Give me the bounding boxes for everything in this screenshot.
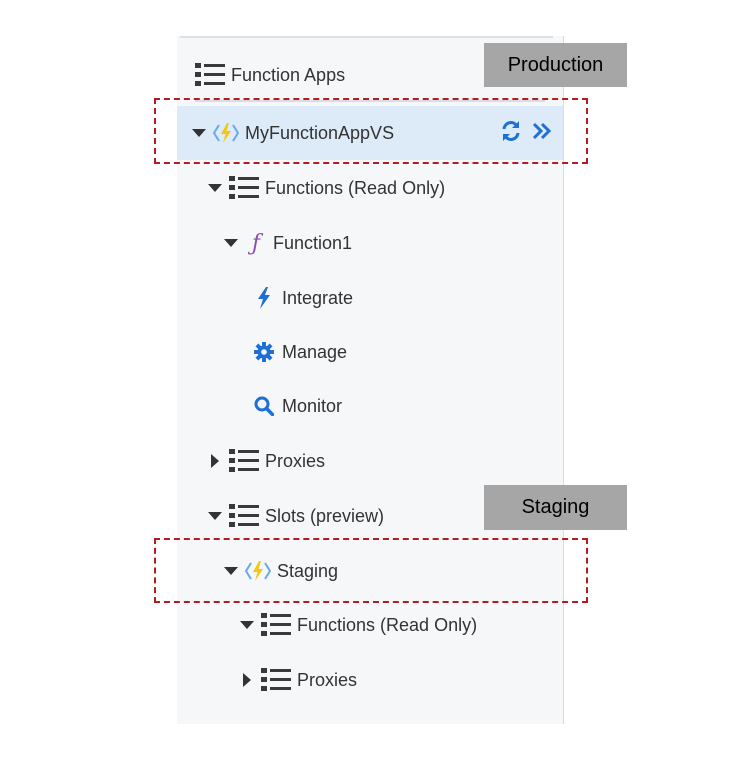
tree-item-functions-group[interactable]: Functions (Read Only) <box>207 173 445 203</box>
tree-root-function-apps[interactable]: Function Apps <box>195 60 345 90</box>
bolt-icon <box>252 287 276 309</box>
proxies-label: Proxies <box>265 450 326 471</box>
tree-root-label: Function Apps <box>231 64 346 85</box>
production-badge: Production <box>484 43 627 87</box>
chevron-down-icon[interactable] <box>207 180 223 196</box>
panel-top-border <box>180 36 553 38</box>
slots-label: Slots (preview) <box>265 505 385 526</box>
tree-item-manage[interactable]: Manage <box>252 337 347 367</box>
monitor-label: Monitor <box>282 395 343 416</box>
function-icon: ƒ <box>251 230 261 256</box>
integrate-label: Integrate <box>282 287 354 308</box>
list-icon <box>261 611 291 639</box>
staging-highlight-box <box>154 538 588 603</box>
search-icon <box>252 396 276 416</box>
tree-item-staging-proxies[interactable]: Proxies <box>239 665 357 695</box>
list-icon <box>195 61 225 89</box>
tree-item-staging-functions[interactable]: Functions (Read Only) <box>239 610 477 640</box>
gear-icon <box>252 342 276 362</box>
staging-proxies-label: Proxies <box>297 669 358 690</box>
production-highlight-box <box>154 98 588 164</box>
list-icon <box>261 666 291 694</box>
tree-item-function1[interactable]: ƒ Function1 <box>223 228 352 258</box>
staging-functions-label: Functions (Read Only) <box>297 614 478 635</box>
manage-label: Manage <box>282 341 348 362</box>
chevron-down-icon[interactable] <box>223 235 239 251</box>
list-icon <box>229 502 259 530</box>
list-icon <box>229 174 259 202</box>
function1-label: Function1 <box>273 232 353 253</box>
list-icon <box>229 447 259 475</box>
tree-item-slots[interactable]: Slots (preview) <box>207 501 384 531</box>
chevron-down-icon[interactable] <box>239 617 255 633</box>
tree-item-proxies[interactable]: Proxies <box>207 446 325 476</box>
chevron-down-icon[interactable] <box>207 508 223 524</box>
functions-group-label: Functions (Read Only) <box>265 177 446 198</box>
chevron-right-icon[interactable] <box>239 672 255 688</box>
tree-item-integrate[interactable]: Integrate <box>252 283 353 313</box>
chevron-right-icon[interactable] <box>207 453 223 469</box>
staging-badge: Staging <box>484 485 627 530</box>
tree-item-monitor[interactable]: Monitor <box>252 391 342 421</box>
